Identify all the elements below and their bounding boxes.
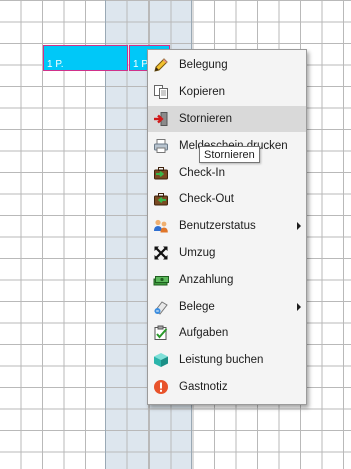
- menu-item-stornieren[interactable]: Stornieren: [148, 105, 306, 133]
- menu-item-label: Check-In: [179, 166, 226, 179]
- users-icon: [153, 218, 169, 234]
- context-menu: Belegung Kopieren Stornieren Meldeschein…: [147, 49, 307, 405]
- menu-item-leistung-buchen[interactable]: Leistung buchen: [148, 347, 306, 374]
- menu-item-umzug[interactable]: Umzug: [148, 240, 306, 267]
- menu-item-benutzerstatus[interactable]: Benutzerstatus: [148, 213, 306, 240]
- submenu-arrow-icon: [297, 222, 301, 231]
- menu-item-label: Benutzerstatus: [179, 220, 256, 233]
- menu-item-belegung[interactable]: Belegung: [148, 52, 306, 79]
- menu-item-label: Leistung buchen: [179, 354, 264, 367]
- menu-item-label: Kopieren: [179, 86, 226, 99]
- money-icon: [153, 272, 169, 288]
- menu-item-kopieren[interactable]: Kopieren: [148, 79, 306, 106]
- cancel-exit-icon: [153, 111, 169, 127]
- menu-item-label: Stornieren: [179, 112, 233, 125]
- move-arrows-icon: [153, 245, 169, 261]
- menu-item-gastnotiz[interactable]: Gastnotiz: [148, 374, 306, 401]
- menu-item-belege[interactable]: Belege: [148, 293, 306, 320]
- pencil-icon: [153, 57, 169, 73]
- menu-item-label: Umzug: [179, 246, 216, 259]
- menu-item-aufgaben[interactable]: Aufgaben: [148, 320, 306, 347]
- suitcase-in-icon: [153, 165, 169, 181]
- menu-item-label: Gastnotiz: [179, 380, 228, 393]
- menu-item-label: Belegung: [179, 59, 228, 72]
- cube-icon: [153, 352, 169, 368]
- printer-icon: [153, 138, 169, 154]
- booking-block[interactable]: 1 P.: [43, 45, 128, 71]
- tooltip: Stornieren: [199, 146, 260, 163]
- task-checklist-icon: [153, 325, 169, 341]
- copy-icon: [153, 84, 169, 100]
- menu-item-check-out[interactable]: Check-Out: [148, 186, 306, 213]
- suitcase-out-icon: [153, 191, 169, 207]
- booking-label: 1 P.: [47, 59, 64, 70]
- menu-item-check-in[interactable]: Check-In: [148, 159, 306, 186]
- menu-item-label: Anzahlung: [179, 273, 234, 286]
- menu-item-label: Aufgaben: [179, 327, 229, 340]
- menu-item-label: Check-Out: [179, 193, 234, 206]
- receipt-icon: [153, 299, 169, 315]
- alert-note-icon: [153, 379, 169, 395]
- menu-item-anzahlung[interactable]: Anzahlung: [148, 266, 306, 293]
- menu-item-label: Belege: [179, 300, 215, 313]
- submenu-arrow-icon: [297, 302, 301, 311]
